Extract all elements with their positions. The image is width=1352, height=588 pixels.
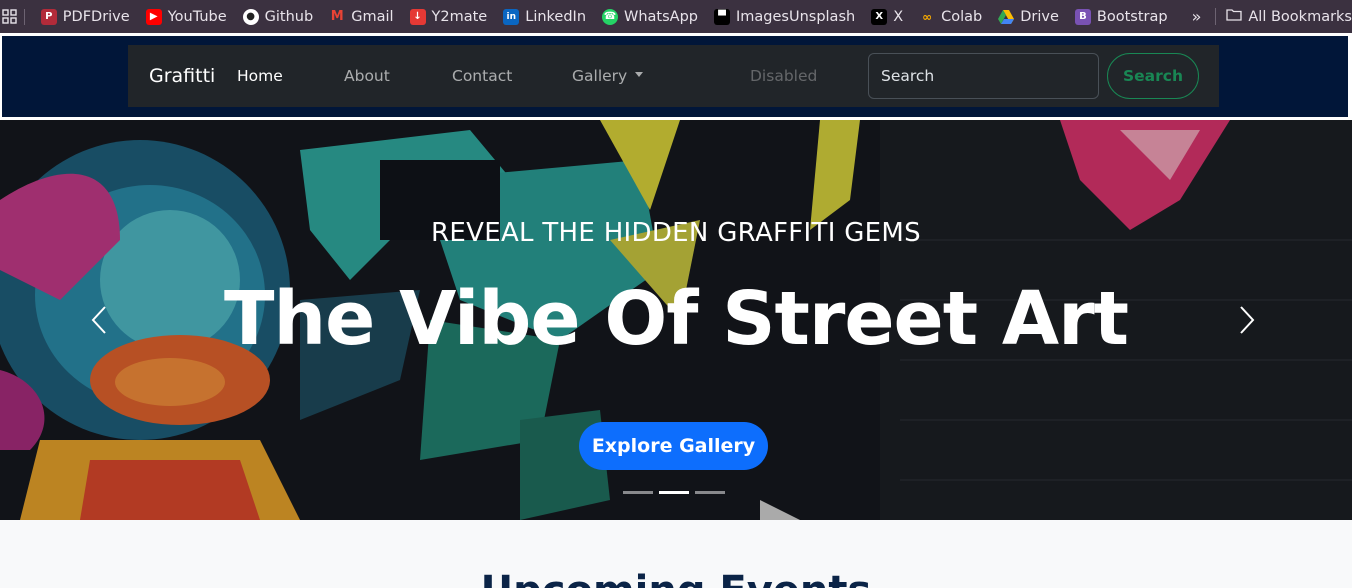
- unsplash-icon: ▀: [714, 8, 730, 25]
- carousel-indicators: [623, 491, 725, 494]
- bookmark-bootstrap[interactable]: B Bootstrap: [1067, 8, 1176, 25]
- pdfdrive-icon: P: [40, 8, 57, 25]
- linkedin-icon: in: [503, 8, 520, 25]
- events-title: Upcoming Events: [0, 568, 1352, 588]
- carousel-next-button[interactable]: [1227, 300, 1267, 340]
- carousel-prev-button[interactable]: [79, 300, 119, 340]
- caret-down-icon: [635, 72, 644, 77]
- events-section: Upcoming Events: [0, 520, 1352, 588]
- bookmark-unsplash[interactable]: ▀ ImagesUnsplash: [706, 8, 863, 25]
- bookmark-y2mate[interactable]: ↓ Y2mate: [402, 8, 496, 25]
- bookmark-github[interactable]: ● Github: [235, 8, 322, 25]
- nav-about[interactable]: About: [344, 67, 390, 85]
- bookmark-label: X: [893, 8, 904, 25]
- carousel-indicator[interactable]: [623, 491, 653, 494]
- bookmark-gmail[interactable]: M Gmail: [321, 9, 401, 25]
- bookmark-label: Y2mate: [431, 8, 488, 25]
- github-icon: ●: [242, 8, 259, 25]
- x-icon: X: [871, 8, 888, 25]
- bootstrap-icon: B: [1074, 8, 1091, 25]
- bookmark-whatsapp[interactable]: ☎ WhatsApp: [594, 8, 706, 25]
- y2mate-icon: ↓: [409, 8, 426, 25]
- search-input[interactable]: [868, 53, 1099, 99]
- bookmarks-divider: [24, 8, 25, 25]
- bookmark-label: Gmail: [351, 8, 394, 25]
- hero-kicker: REVEAL THE HIDDEN GRAFFITI GEMS: [431, 218, 921, 248]
- colab-icon: ∞: [922, 9, 933, 24]
- bookmark-label: ImagesUnsplash: [736, 8, 856, 25]
- bookmark-drive[interactable]: Drive: [990, 9, 1067, 25]
- bookmark-label: PDFDrive: [62, 8, 130, 25]
- bookmark-linkedin[interactable]: in LinkedIn: [495, 8, 594, 25]
- whatsapp-icon: ☎: [602, 8, 619, 25]
- navbar: Grafitti Home About Contact Gallery Disa…: [128, 45, 1219, 107]
- carousel-indicator[interactable]: [659, 491, 689, 494]
- drive-icon: [998, 9, 1015, 25]
- more-bookmarks-icon[interactable]: »: [1176, 7, 1212, 26]
- bookmark-label: YouTube: [167, 8, 227, 25]
- nav-disabled: Disabled: [750, 67, 818, 85]
- all-bookmarks-label: All Bookmarks: [1248, 8, 1352, 25]
- youtube-icon: ▶: [145, 8, 162, 25]
- nav-gallery-label: Gallery: [572, 67, 628, 85]
- bookmarks-bar: P PDFDrive ▶ YouTube ● Github M Gmail ↓ Y2mat…: [0, 0, 1352, 33]
- bookmark-label: Bootstrap: [1096, 8, 1168, 25]
- bookmark-pdfdrive[interactable]: P PDFDrive: [33, 8, 138, 25]
- hero-headline: The Vibe Of Street Art: [223, 276, 1129, 362]
- chevron-right-icon: [1240, 306, 1255, 334]
- folder-icon: [1226, 8, 1243, 25]
- bookmark-x[interactable]: XX: [863, 8, 911, 25]
- hero-carousel: REVEAL THE HIDDEN GRAFFITI GEMS The Vibe…: [0, 120, 1352, 520]
- chevron-left-icon: [91, 306, 106, 334]
- bookmark-label: Colab: [941, 8, 983, 25]
- bookmark-label: WhatsApp: [624, 8, 698, 25]
- nav-home[interactable]: Home: [237, 67, 283, 85]
- carousel-indicator[interactable]: [695, 491, 725, 494]
- gmail-icon: M: [330, 9, 344, 24]
- apps-grid-icon[interactable]: [0, 9, 18, 24]
- nav-contact[interactable]: Contact: [452, 67, 512, 85]
- explore-gallery-button[interactable]: Explore Gallery: [579, 422, 768, 470]
- bookmark-label: LinkedIn: [525, 8, 587, 25]
- nav-gallery-dropdown[interactable]: Gallery: [572, 67, 644, 85]
- bookmark-label: Drive: [1020, 8, 1059, 25]
- navbar-brand[interactable]: Grafitti: [149, 65, 215, 87]
- bookmark-label: Github: [264, 8, 314, 25]
- bookmark-youtube[interactable]: ▶ YouTube: [138, 8, 235, 25]
- search-button[interactable]: Search: [1107, 53, 1199, 99]
- all-bookmarks[interactable]: All Bookmarks: [1215, 8, 1352, 25]
- bookmark-colab[interactable]: ∞ Colab: [911, 9, 990, 25]
